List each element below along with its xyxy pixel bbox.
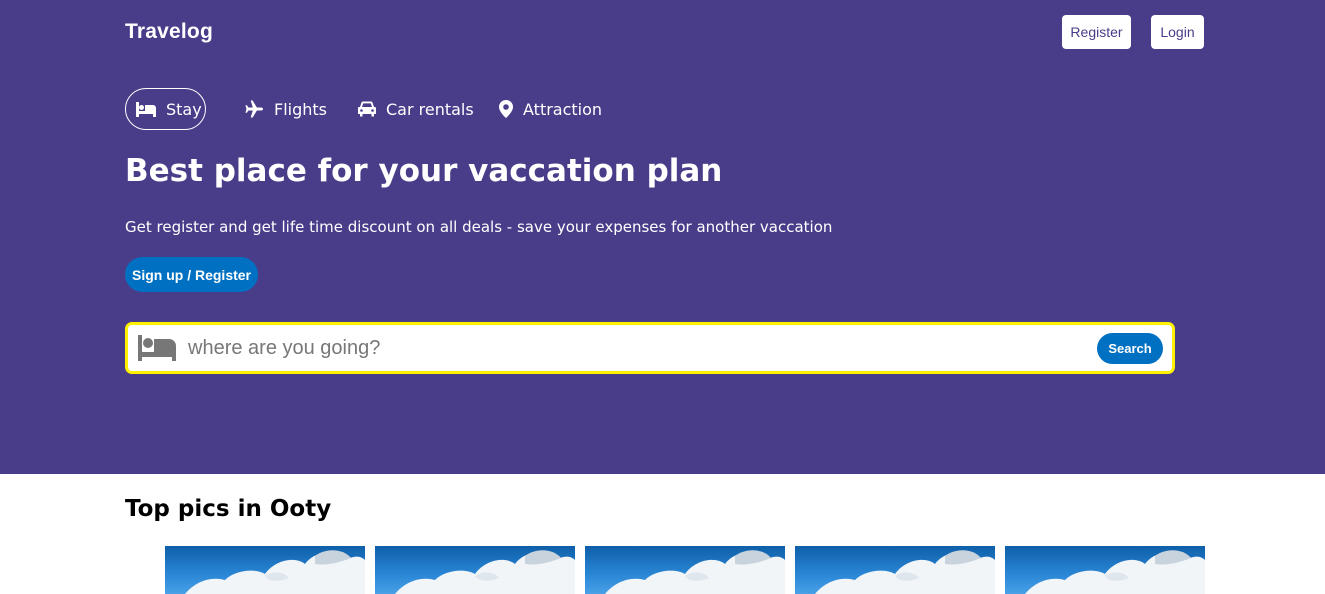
hero-section: Travelog Register Login Stay Flights Car… [0,0,1325,474]
tab-flights-label: Flights [274,99,327,119]
top-picks-list [165,546,1205,594]
hero-title: Best place for your vaccation plan [125,153,723,189]
top-picks-title: Top pics in Ooty [125,496,332,522]
tab-attraction-label: Attraction [523,99,603,119]
sky-clouds-image [815,550,995,594]
map-pin-icon [499,100,513,118]
sky-clouds-image [1025,550,1205,594]
tab-stay[interactable]: Stay [125,88,206,130]
car-icon [358,101,376,117]
tab-attraction[interactable]: Attraction [499,88,602,130]
register-button[interactable]: Register [1062,15,1131,49]
login-button[interactable]: Login [1151,15,1204,49]
sky-clouds-image [605,550,785,594]
top-pick-card[interactable] [1005,546,1205,594]
bed-icon [138,335,176,361]
top-pick-card[interactable] [795,546,995,594]
top-pick-card[interactable] [585,546,785,594]
tab-stay-label: Stay [166,99,202,119]
bed-icon [136,101,156,117]
search-input[interactable] [188,333,1088,363]
top-pick-card[interactable] [165,546,365,594]
top-pick-card[interactable] [375,546,575,594]
tab-car-rentals[interactable]: Car rentals [358,88,474,130]
hero-subtitle: Get register and get life time discount … [125,218,833,236]
sky-clouds-image [185,550,365,594]
tab-flights[interactable]: Flights [245,88,327,130]
tab-car-rentals-label: Car rentals [386,99,474,119]
signup-register-button[interactable]: Sign up / Register [125,257,258,292]
sky-clouds-image [395,550,575,594]
plane-icon [245,100,264,118]
search-bar: Search [125,322,1175,374]
logo[interactable]: Travelog [125,20,213,44]
search-button[interactable]: Search [1097,333,1163,364]
